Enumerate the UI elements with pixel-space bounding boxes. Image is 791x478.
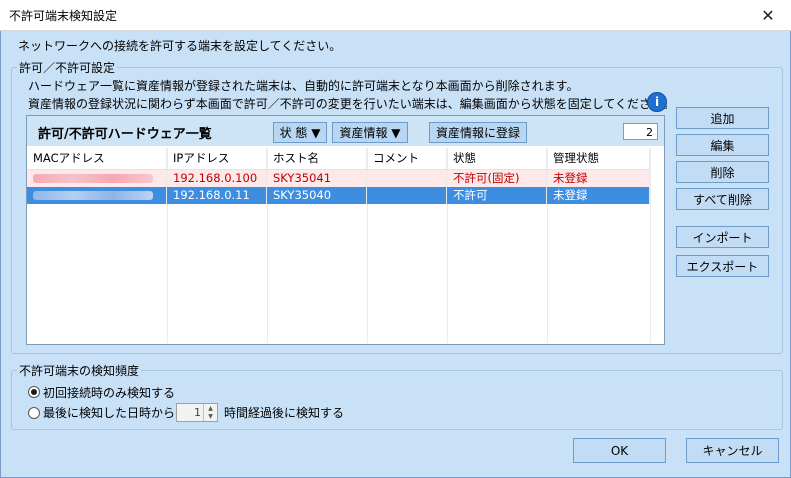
status-filter-button[interactable]: 状 態 ▼ — [273, 122, 327, 143]
status-cell: 不許可(固定) — [447, 170, 547, 187]
host-cell: SKY35041 — [267, 170, 367, 187]
mac-cell — [27, 187, 167, 204]
import-button[interactable]: インポート — [676, 226, 769, 248]
host-cell: SKY35040 — [267, 187, 367, 204]
count-display: 2 — [623, 123, 658, 140]
redacted-mac — [33, 191, 153, 200]
info-line-1: ハードウェア一覧に資産情報が登録された端末は、自動的に許可端末となり本画面から削… — [28, 79, 579, 93]
delete-all-button[interactable]: すべて削除 — [676, 188, 769, 210]
detect-group-label: 不許可端末の検知頻度 — [17, 362, 142, 379]
elapsed-hours-suffix: 時間経過後に検知する — [224, 406, 345, 420]
column-header-mac[interactable]: MACアドレス — [27, 148, 167, 169]
add-button[interactable]: 追加 — [676, 107, 769, 129]
hours-stepper[interactable]: 1 ▲ ▼ — [176, 403, 218, 422]
title-bar: 不許可端末検知設定 ✕ — [0, 0, 791, 31]
table-row[interactable]: 192.168.0.100 SKY35041 不許可(固定) 未登録 — [27, 170, 650, 187]
redacted-mac — [33, 174, 153, 183]
column-header-comment[interactable]: コメント — [367, 148, 447, 169]
ok-button[interactable]: OK — [573, 438, 666, 463]
radio-elapsed-hours[interactable] — [28, 407, 40, 419]
column-header-mgmt[interactable]: 管理状態 — [547, 148, 650, 169]
mgmt-cell: 未登録 — [547, 187, 650, 204]
status-cell: 不許可 — [447, 187, 547, 204]
edit-button[interactable]: 編集 — [676, 134, 769, 156]
register-asset-button[interactable]: 資産情報に登録 — [429, 122, 527, 143]
export-button[interactable]: エクスポート — [676, 255, 769, 277]
column-header-host[interactable]: ホスト名 — [267, 148, 367, 169]
mgmt-cell: 未登録 — [547, 170, 650, 187]
ip-cell: 192.168.0.11 — [167, 187, 267, 204]
info-icon[interactable]: i — [647, 92, 667, 112]
table-row[interactable]: 192.168.0.11 SKY35040 不許可 未登録 — [27, 187, 650, 204]
stepper-arrows-icon[interactable]: ▲ ▼ — [203, 404, 217, 421]
radio-first-connection[interactable] — [28, 386, 40, 398]
list-title: 許可/不許可ハードウェア一覧 — [38, 127, 212, 142]
hardware-table: MACアドレス IPアドレス ホスト名 コメント 状態 管理状態 192.168… — [27, 148, 650, 204]
comment-cell — [367, 170, 447, 187]
description-text: ネットワークへの接続を許可する端末を設定してください。 — [18, 39, 342, 53]
mac-cell — [27, 170, 167, 187]
info-line-2: 資産情報の登録状況に関わらず本画面で許可／不許可の変更を行いたい端末は、編集画面… — [28, 97, 676, 111]
cancel-button[interactable]: キャンセル — [686, 438, 779, 463]
window-title: 不許可端末検知設定 — [9, 9, 118, 23]
radio-first-connection-label[interactable]: 初回接続時のみ検知する — [43, 384, 175, 401]
column-header-status[interactable]: 状態 — [447, 148, 547, 169]
comment-cell — [367, 187, 447, 204]
ip-cell: 192.168.0.100 — [167, 170, 267, 187]
table-header-row: MACアドレス IPアドレス ホスト名 コメント 状態 管理状態 — [27, 148, 650, 170]
hours-value: 1 — [194, 406, 201, 419]
delete-button[interactable]: 削除 — [676, 161, 769, 183]
column-header-ip[interactable]: IPアドレス — [167, 148, 267, 169]
close-icon[interactable]: ✕ — [745, 0, 791, 30]
asset-info-filter-button[interactable]: 資産情報 ▼ — [332, 122, 408, 143]
radio-elapsed-hours-label[interactable]: 最後に検知した日時から — [43, 404, 175, 421]
permit-group-label: 許可／不許可設定 — [17, 59, 118, 76]
